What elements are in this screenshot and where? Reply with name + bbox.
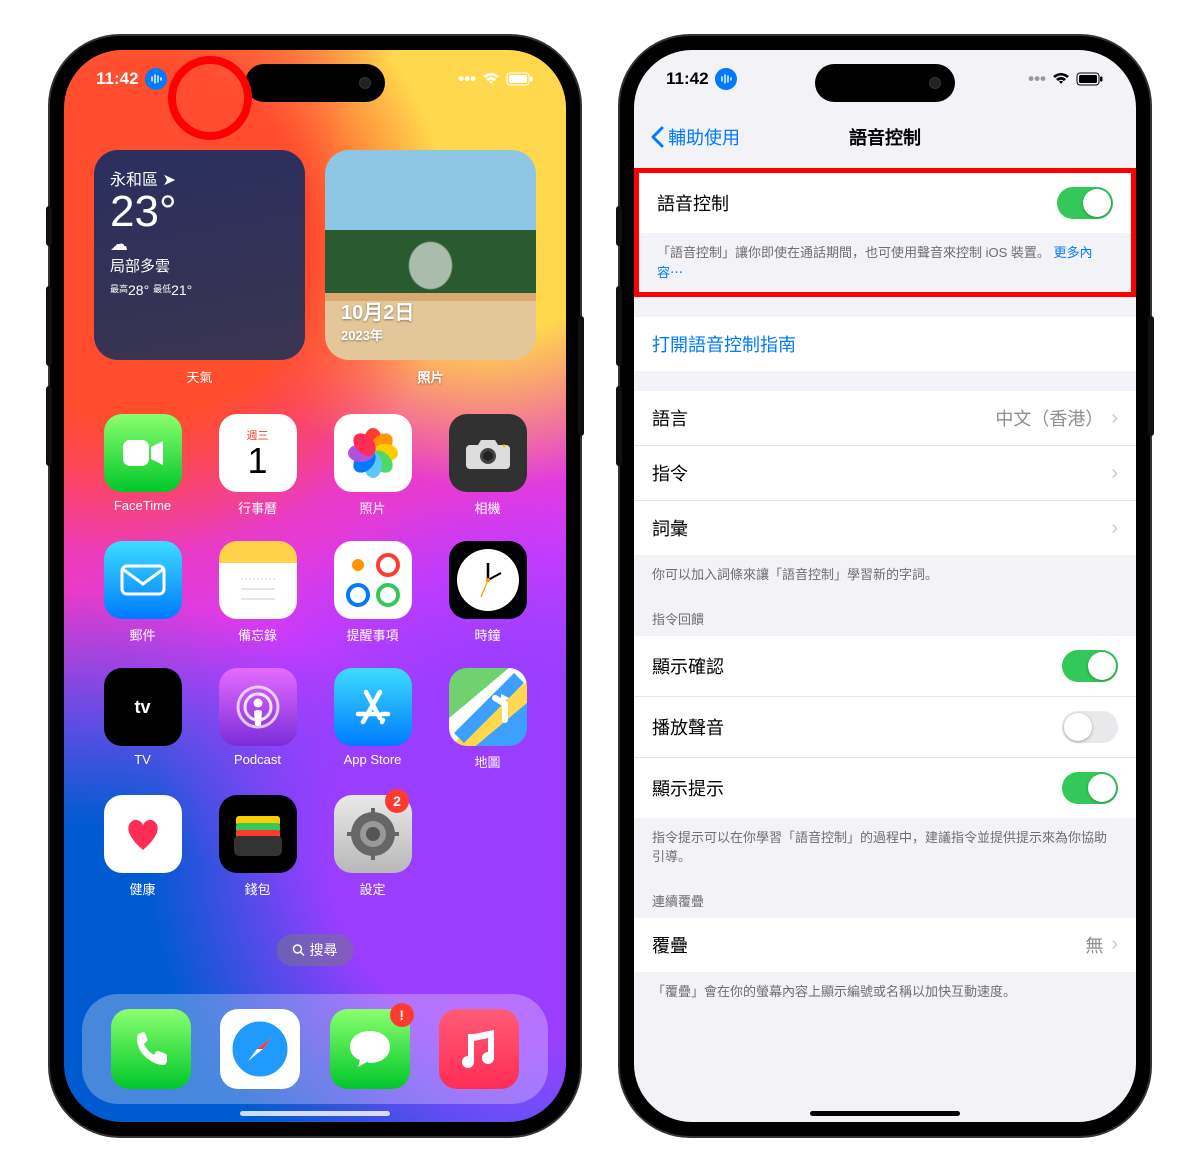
annotation-circle [168,56,252,140]
facetime-icon [104,414,182,492]
chevron-right-icon: › [1111,407,1118,430]
photos-icon [334,414,412,492]
calendar-icon: 週三 1 [219,414,297,492]
play-sound-cell[interactable]: 播放聲音 [634,697,1136,758]
overlay-footer: 「覆疊」會在你的螢幕內容上顯示編號或名稱以加快互動速度。 [634,972,1136,1002]
weather-widget[interactable]: 永和區 ➤ 23° ☁︎ 局部多雲 最高28° 最低21° 天氣 [94,150,305,360]
annotation-box: 語音控制 「語音控制」讓你即使在通話期間，也可使用聲音來控制 iOS 裝置。 更… [634,168,1136,297]
photos-widget[interactable]: 10月2日 2023年 照片 [325,150,536,360]
chevron-right-icon: › [1111,462,1118,485]
app-clock[interactable]: 時鐘 [439,541,536,644]
app-safari[interactable] [220,1009,300,1089]
voice-control-toggle-cell[interactable]: 語音控制 [639,173,1131,233]
app-music[interactable] [439,1009,519,1089]
battery-icon [506,72,534,86]
settings-badge: 2 [385,789,409,813]
search-button[interactable]: 搜尋 [277,934,354,966]
chevron-right-icon: › [1111,933,1118,956]
language-cell[interactable]: 語言 中文（香港） › [634,391,1136,446]
iphone-home: 11:42 ••• 永和區 ➤ 23° ☁︎ 局部多雲 最高28° 最低21° [50,36,580,1136]
app-messages[interactable]: ! [330,1009,410,1089]
weather-hilo: 最高28° 最低21° [110,282,289,298]
app-health[interactable]: 健康 [94,795,191,898]
commands-cell[interactable]: 指令 › [634,446,1136,501]
app-podcast[interactable]: Podcast [209,668,306,771]
mail-icon [104,541,182,619]
status-bar: 11:42 ••• [634,68,1136,90]
vocabulary-cell[interactable]: 詞彙 › [634,501,1136,555]
overlay-value: 無 [1085,932,1103,958]
iphone-settings: 11:42 ••• 輔助使用 語音控制 語音控制 [620,36,1150,1136]
nav-bar: 輔助使用 語音控制 [634,114,1136,160]
appstore-icon [334,668,412,746]
app-photos[interactable]: 照片 [324,414,421,517]
cellular-icon: ••• [458,69,476,89]
clock-icon [449,541,527,619]
maps-icon [449,668,527,746]
app-phone[interactable] [111,1009,191,1089]
safari-icon [220,1009,300,1089]
overlay-header: 連續覆疊 [634,867,1136,918]
chevron-left-icon [650,126,664,148]
photo-year: 2023年 [341,325,520,344]
open-guide-cell[interactable]: 打開語音控制指南 [634,317,1136,371]
page-title: 語音控制 [849,124,921,150]
voice-control-indicator-icon[interactable] [145,68,167,90]
wifi-icon [1052,72,1070,86]
app-camera[interactable]: 相機 [439,414,536,517]
app-notes[interactable]: 備忘錄 [209,541,306,644]
photos-widget-label: 照片 [325,367,536,386]
notes-icon [219,541,297,619]
vocab-footer: 你可以加入詞條來讓「語音控制」學習新的字詞。 [634,555,1136,585]
chevron-right-icon: › [1111,517,1118,540]
cellular-icon: ••• [1028,69,1046,89]
app-facetime[interactable]: FaceTime [94,414,191,517]
feedback-header: 指令回饋 [634,585,1136,636]
tv-icon: tv [104,668,182,746]
app-appstore[interactable]: App Store [324,668,421,771]
camera-icon [449,414,527,492]
weather-widget-label: 天氣 [94,367,305,386]
podcast-icon [219,668,297,746]
home-indicator[interactable] [240,1111,390,1116]
wallet-icon [219,795,297,873]
messages-badge: ! [390,1003,414,1027]
app-settings[interactable]: 2 設定 [324,795,421,898]
status-bar: 11:42 ••• [64,68,566,90]
reminders-icon [334,541,412,619]
back-button[interactable]: 輔助使用 [650,124,740,150]
show-hints-cell[interactable]: 顯示提示 [634,758,1136,818]
wifi-icon [482,72,500,86]
status-time: 11:42 [666,69,709,89]
language-value: 中文（香港） [995,405,1103,431]
health-icon [104,795,182,873]
dock: ! [82,994,548,1104]
hints-footer: 指令提示可以在你學習「語音控制」的過程中，建議指令並提供提示來為你協助引導。 [634,818,1136,867]
show-hints-toggle[interactable] [1062,772,1118,804]
show-confirm-cell[interactable]: 顯示確認 [634,636,1136,697]
voice-control-footer: 「語音控制」讓你即使在通話期間，也可使用聲音來控制 iOS 裝置。 更多內容⋯ [639,233,1131,292]
app-maps[interactable]: 地圖 [439,668,536,771]
play-sound-toggle[interactable] [1062,711,1118,743]
voice-control-toggle[interactable] [1057,187,1113,219]
home-indicator[interactable] [810,1111,960,1116]
show-confirm-toggle[interactable] [1062,650,1118,682]
photo-date: 10月2日 [341,296,520,325]
app-calendar[interactable]: 週三 1 行事曆 [209,414,306,517]
phone-icon [111,1009,191,1089]
search-icon [293,944,305,956]
app-mail[interactable]: 郵件 [94,541,191,644]
status-time: 11:42 [96,69,139,89]
weather-temp: 23° [110,190,289,234]
overlay-cell[interactable]: 覆疊 無 › [634,918,1136,972]
app-wallet[interactable]: 錢包 [209,795,306,898]
music-icon [439,1009,519,1089]
app-tv[interactable]: tv TV [94,668,191,771]
voice-control-indicator-icon[interactable] [715,68,737,90]
weather-condition: 局部多雲 [110,255,289,276]
battery-icon [1076,72,1104,86]
app-reminders[interactable]: 提醒事項 [324,541,421,644]
